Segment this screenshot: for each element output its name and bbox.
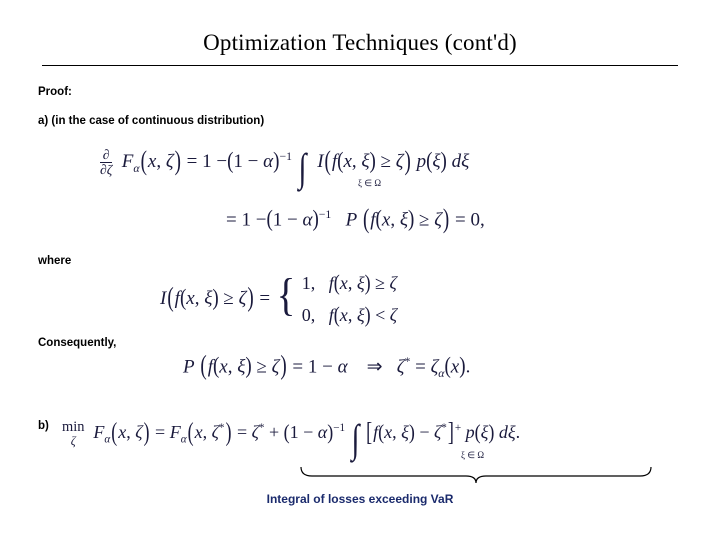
integral-sign-2: ∫ <box>351 416 360 462</box>
cases-brace: { <box>276 268 296 320</box>
underbrace-caption: Integral of losses exceeding VaR <box>266 492 454 506</box>
integral-limit: ξ ∈ Ω <box>358 178 382 188</box>
slide-canvas: Optimization Techniques (cont'd) Proof: … <box>0 0 720 540</box>
underbrace-marker <box>300 466 652 484</box>
integral-sign: ∫ <box>298 145 307 191</box>
partial-derivative-fraction: ∂ ∂ζ <box>100 147 113 178</box>
page-title: Optimization Techniques (cont'd) <box>203 30 517 55</box>
title-divider <box>42 65 678 66</box>
proof-label: Proof: <box>38 86 72 98</box>
cases-block: 1, f(x, ξ) ≥ ζ 0, f(x, ξ) < ζ <box>301 270 398 327</box>
equation-var-identity: P (f(x, ξ) ≥ ζ) = 1 − α ⇒ ζ* = ζα(x). <box>183 351 471 382</box>
equation-cvar-minimization: min ζ Fα(x, ζ) = Fα(x, ζ*) = ζ* + (1 − α)… <box>62 416 521 462</box>
case-a-label: a) (in the case of continuous distributi… <box>38 115 264 127</box>
case-b-label: b) <box>38 420 49 432</box>
consequently-label: Consequently, <box>38 337 117 349</box>
equation-derivative: ∂ ∂ζ Fα(x, ζ) = 1 − (1 − α)−1 ∫ ξ ∈ Ω I(f(… <box>100 145 470 191</box>
case-a-text: a) (in the case of continuous distributi… <box>38 115 265 127</box>
where-label: where <box>38 255 72 267</box>
equation-probability-zero: = 1 − (1 − α)−1 P (f(x, ξ) ≥ ζ) = 0, <box>226 204 485 235</box>
min-operator: min ζ <box>62 419 85 449</box>
integral-limit-2: ξ ∈ Ω <box>461 450 485 460</box>
equation-indicator-cases: I(f(x, ξ) ≥ ζ) = { 1, f(x, ξ) ≥ ζ 0, f(x… <box>160 268 397 331</box>
